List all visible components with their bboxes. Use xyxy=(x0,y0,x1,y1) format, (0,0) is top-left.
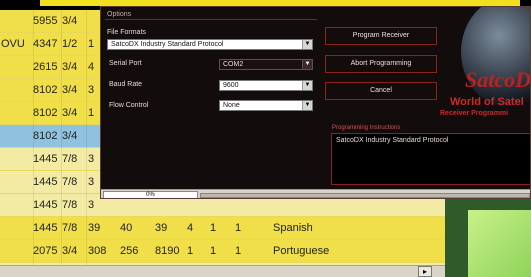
table-cell: 3 xyxy=(88,199,95,211)
serial-port-label: Serial Port xyxy=(109,60,142,67)
table-cell: 7/8 xyxy=(62,222,78,234)
table-cell: 39 xyxy=(155,222,168,234)
scroll-right-button[interactable]: ▸ xyxy=(418,266,432,277)
table-cell: Portuguese xyxy=(273,245,330,257)
programming-instructions-text: SatcoDX Industry Standard Protocol xyxy=(336,137,449,144)
table-cell: 2075 xyxy=(33,245,58,257)
baud-rate-value: 9600 xyxy=(223,82,239,89)
programming-dialog: Options File Formats SatcoDX Industry St… xyxy=(100,6,531,199)
table-cell: Spanish xyxy=(273,222,313,234)
horizontal-scrollbar[interactable] xyxy=(0,265,445,277)
table-cell: 5955 xyxy=(33,15,58,27)
table-cell: 3 xyxy=(88,153,95,165)
program-receiver-button[interactable]: Program Receiver xyxy=(325,27,437,45)
table-cell: 1 xyxy=(235,222,242,234)
table-cell: 4347 xyxy=(33,38,58,50)
table-cell: 1 xyxy=(210,222,217,234)
table-cell: 3/4 xyxy=(62,84,78,96)
table-cell: 8190 xyxy=(155,245,180,257)
table-cell: 1 xyxy=(88,38,95,50)
table-cell: 8102 xyxy=(33,107,58,119)
table-cell: 40 xyxy=(120,222,133,234)
table-cell: 8102 xyxy=(33,130,58,142)
table-cell: 3/4 xyxy=(62,15,78,27)
serial-port-select[interactable]: COM2 ▼ xyxy=(219,59,313,70)
flow-control-select[interactable]: None ▼ xyxy=(219,100,313,111)
table-cell: 39 xyxy=(88,222,101,234)
table-cell: 8102 xyxy=(33,84,58,96)
abort-programming-button[interactable]: Abort Programming xyxy=(325,55,437,73)
table-cell: 1/2 xyxy=(62,38,78,50)
chevron-down-icon[interactable]: ▼ xyxy=(302,60,312,69)
brand-logo-text: SatcoD xyxy=(465,67,531,92)
progress-bar: 0% xyxy=(101,189,530,198)
table-cell: 256 xyxy=(120,245,139,257)
table-cell: 4 xyxy=(88,61,95,73)
brand-subline: Receiver Programmi xyxy=(440,110,509,117)
chevron-down-icon[interactable]: ▼ xyxy=(302,81,312,90)
table-cell: 1445 xyxy=(33,153,58,165)
table-cell: 7/8 xyxy=(62,176,78,188)
table-cell: 3 xyxy=(88,176,95,188)
table-row[interactable]: 1445 7/8 39 40 39 4 1 1 Spanish xyxy=(0,217,455,239)
file-format-value: SatcoDX Industry Standard Protocol xyxy=(111,41,224,48)
table-cell: 1 xyxy=(187,245,194,257)
table-cell: OVU xyxy=(1,38,25,50)
flow-control-label: Flow Control xyxy=(109,102,149,109)
table-row[interactable]: 2075 3/4 308 256 8190 1 1 1 Portuguese xyxy=(0,240,455,262)
grid-line xyxy=(86,10,87,265)
grid-line xyxy=(61,10,62,265)
programming-instructions-box: SatcoDX Industry Standard Protocol xyxy=(331,133,530,185)
table-cell: 3/4 xyxy=(62,61,78,73)
progress-percent: 0% xyxy=(103,191,198,198)
baud-rate-select[interactable]: 9600 ▼ xyxy=(219,80,313,91)
table-cell: 2615 xyxy=(33,61,58,73)
file-format-select[interactable]: SatcoDX Industry Standard Protocol ▼ xyxy=(107,39,313,50)
table-cell: 1 xyxy=(210,245,217,257)
grid-line xyxy=(33,10,34,265)
table-cell: 3 xyxy=(88,84,95,96)
table-cell: 1445 xyxy=(33,222,58,234)
table-cell: 3/4 xyxy=(62,107,78,119)
programming-instructions-label: Programming Instructions xyxy=(332,125,401,131)
baud-rate-label: Baud Rate xyxy=(109,81,143,88)
table-cell: 3/4 xyxy=(62,245,78,257)
table-cell: 4 xyxy=(187,222,194,234)
table-cell: 1445 xyxy=(33,199,58,211)
chevron-down-icon[interactable]: ▼ xyxy=(302,40,312,49)
table-cell: 1 xyxy=(235,245,242,257)
progress-track xyxy=(200,193,530,198)
divider xyxy=(105,19,317,20)
chevron-down-icon[interactable]: ▼ xyxy=(302,101,312,110)
options-group-label: Options xyxy=(107,11,132,18)
file-formats-label: File Formats xyxy=(107,29,146,36)
table-cell: 3/4 xyxy=(62,130,78,142)
flow-control-value: None xyxy=(223,102,240,109)
table-cell: 1 xyxy=(88,107,95,119)
table-cell: 1445 xyxy=(33,176,58,188)
table-cell: 7/8 xyxy=(62,153,78,165)
brand-tagline: World of Satel xyxy=(450,96,524,108)
cancel-button[interactable]: Cancel xyxy=(325,82,437,100)
background-panel-green xyxy=(468,210,531,277)
table-cell: 7/8 xyxy=(62,199,78,211)
serial-port-value: COM2 xyxy=(223,61,244,68)
table-cell: 308 xyxy=(88,245,107,257)
